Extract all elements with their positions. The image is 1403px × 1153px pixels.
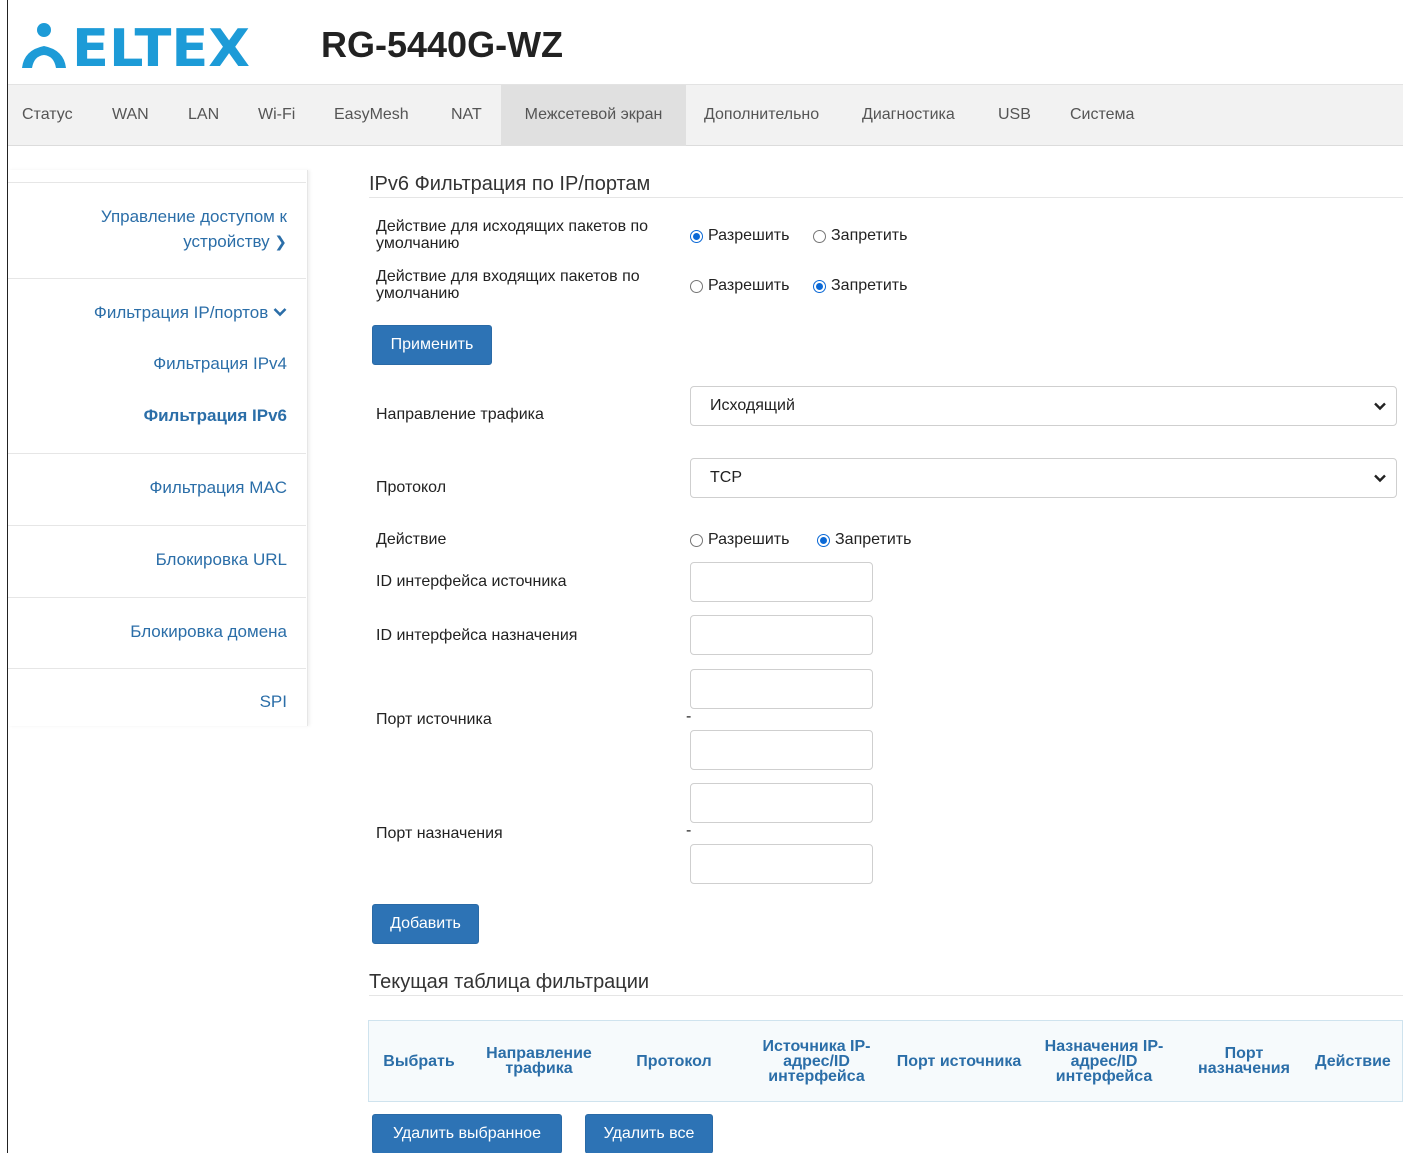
- eltex-logo: ELTEX: [14, 16, 254, 79]
- incoming-allow-radio[interactable]: Разрешить: [690, 277, 789, 295]
- protocol-label: Протокол: [376, 479, 447, 496]
- tab-lan[interactable]: LAN: [188, 85, 219, 146]
- radio-label: Запретить: [831, 227, 908, 244]
- filter-table-header: Выбрать Направление трафика Протокол Ист…: [368, 1020, 1403, 1102]
- dst-iface-label: ID интерфейса назначения: [376, 627, 578, 644]
- chevron-down-icon: [1374, 402, 1386, 411]
- src-iface-input[interactable]: [690, 562, 873, 602]
- page-title: IPv6 Фильтрация по IP/портам: [369, 173, 651, 195]
- radio-label: Разрешить: [708, 277, 790, 294]
- action-label: Действие: [376, 531, 447, 548]
- direction-select-value: Исходящий: [710, 397, 795, 414]
- radio-label: Разрешить: [708, 227, 790, 244]
- title-divider: [369, 197, 1403, 198]
- tab-wan[interactable]: WAN: [112, 85, 149, 146]
- radio-unchecked-icon: [813, 229, 826, 243]
- radio-checked-icon: [690, 229, 703, 243]
- sidebar-divider: [8, 278, 306, 279]
- sidebar-divider: [8, 668, 306, 669]
- direction-label: Направление трафика: [376, 406, 544, 423]
- table-title: Текущая таблица фильтрации: [369, 971, 650, 993]
- chevron-down-icon: [1374, 474, 1386, 483]
- sidebar-divider: [8, 453, 306, 454]
- column-header-select: Выбрать: [383, 1052, 455, 1070]
- label-line: Действие для входящих пакетов по: [376, 268, 640, 285]
- column-header-action: Действие: [1315, 1052, 1391, 1070]
- tab-system[interactable]: Система: [1070, 85, 1134, 146]
- sidebar-item-spi[interactable]: SPI: [260, 689, 287, 714]
- sidebar-divider: [8, 525, 306, 526]
- tab-nat[interactable]: NAT: [451, 85, 482, 146]
- header: ELTEX RG-5440G-WZ: [8, 0, 1403, 84]
- radio-unchecked-icon: [690, 533, 703, 547]
- radio-unchecked-icon: [690, 279, 703, 293]
- radio-checked-icon: [813, 279, 826, 293]
- direction-select[interactable]: Исходящий: [690, 386, 1397, 426]
- sidebar-divider: [8, 597, 306, 598]
- outgoing-default-label: Действие для исходящих пакетов по умолча…: [376, 218, 648, 252]
- src-port-start-input[interactable]: [690, 669, 873, 709]
- svg-text:ELTEX: ELTEX: [72, 19, 250, 74]
- tab-firewall[interactable]: Межсетевой экран: [501, 85, 686, 146]
- dst-port-range-separator: -: [686, 822, 692, 839]
- column-header-src-ip: Источника IP-адрес/ID интерфейса: [762, 1037, 871, 1085]
- chevron-down-icon: [273, 303, 287, 322]
- dst-port-label: Порт назначения: [376, 825, 503, 842]
- protocol-select[interactable]: TCP: [690, 458, 1397, 498]
- tab-status[interactable]: Статус: [22, 85, 73, 146]
- dst-port-start-input[interactable]: [690, 783, 873, 823]
- radio-label: Разрешить: [708, 531, 790, 548]
- title-divider: [369, 995, 1403, 996]
- column-header-dst-port: Порт назначения: [1198, 1045, 1290, 1077]
- sidebar-item-access-control[interactable]: Управление доступом к устройству ❯: [101, 204, 287, 255]
- radio-label: Запретить: [835, 531, 912, 548]
- label-line: умолчанию: [376, 285, 460, 302]
- outgoing-deny-radio[interactable]: Запретить: [813, 227, 907, 245]
- sidebar-item-url-block[interactable]: Блокировка URL: [156, 547, 287, 572]
- sidebar-item-label: Фильтрация IP/портов: [93, 303, 269, 322]
- tab-diagnostics[interactable]: Диагностика: [862, 85, 955, 146]
- dst-port-end-input[interactable]: [690, 844, 873, 884]
- sidebar-item-label: Управление доступом к: [100, 207, 287, 226]
- label-line: Действие для исходящих пакетов по: [376, 218, 649, 235]
- sidebar-divider: [8, 182, 306, 183]
- column-header-dst-ip: Назначения IP-адрес/ID интерфейса: [1044, 1037, 1164, 1085]
- sidebar-item-ipv4-filter[interactable]: Фильтрация IPv4: [153, 351, 287, 376]
- dst-iface-input[interactable]: [690, 615, 873, 655]
- radio-checked-icon: [817, 533, 830, 547]
- device-model: RG-5440G-WZ: [321, 24, 564, 65]
- chevron-right-icon: ❯: [274, 234, 287, 251]
- sidebar-item-ipv6-filter[interactable]: Фильтрация IPv6: [144, 403, 287, 428]
- label-line: умолчанию: [376, 235, 460, 252]
- sidebar-item-ip-port-filter[interactable]: Фильтрация IP/портов: [94, 300, 287, 325]
- src-iface-label: ID интерфейса источника: [376, 573, 567, 590]
- src-port-label: Порт источника: [376, 711, 492, 728]
- incoming-default-label: Действие для входящих пакетов по умолчан…: [376, 268, 640, 302]
- outgoing-allow-radio[interactable]: Разрешить: [690, 227, 789, 245]
- src-port-end-input[interactable]: [690, 730, 873, 770]
- tab-usb[interactable]: USB: [998, 85, 1031, 146]
- tab-advanced[interactable]: Дополнительно: [704, 85, 819, 146]
- sidebar: Управление доступом к устройству ❯ Фильт…: [8, 170, 308, 726]
- src-port-range-separator: -: [686, 708, 692, 725]
- sidebar-item-domain-block[interactable]: Блокировка домена: [130, 619, 287, 644]
- tab-easymesh[interactable]: EasyMesh: [334, 85, 409, 146]
- column-header-direction: Направление трафика: [486, 1045, 592, 1077]
- column-header-protocol: Протокол: [636, 1052, 712, 1070]
- column-header-src-port: Порт источника: [896, 1052, 1022, 1070]
- delete-selected-button[interactable]: Удалить выбранное: [372, 1114, 562, 1153]
- top-nav: Статус WAN LAN Wi-Fi EasyMesh NAT Межсет…: [8, 84, 1403, 146]
- add-button[interactable]: Добавить: [372, 904, 479, 944]
- sidebar-item-label: устройству: [183, 232, 270, 251]
- action-deny-radio[interactable]: Запретить: [817, 531, 911, 549]
- tab-wifi[interactable]: Wi-Fi: [258, 85, 295, 146]
- incoming-deny-radio[interactable]: Запретить: [813, 277, 907, 295]
- protocol-select-value: TCP: [710, 469, 742, 486]
- radio-label: Запретить: [831, 277, 908, 294]
- sidebar-item-mac-filter[interactable]: Фильтрация MAC: [149, 475, 287, 500]
- delete-all-button[interactable]: Удалить все: [585, 1114, 713, 1153]
- apply-button[interactable]: Применить: [372, 325, 492, 365]
- action-allow-radio[interactable]: Разрешить: [690, 531, 789, 549]
